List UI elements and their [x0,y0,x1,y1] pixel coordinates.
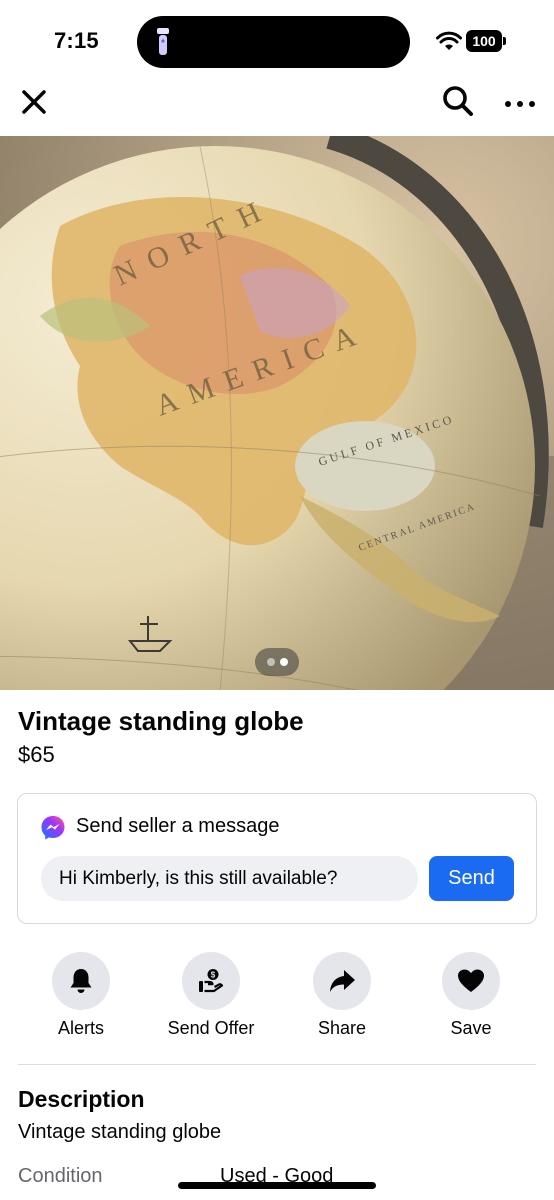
message-input[interactable]: Hi Kimberly, is this still available? [41,856,418,901]
share-button[interactable]: Share [277,952,407,1052]
heart-icon [458,969,484,992]
share-circle[interactable] [313,952,371,1010]
status-bar: 7:15 100 [0,0,554,80]
listing-title: Vintage standing globe [18,706,304,736]
alerts-label: Alerts [57,1018,104,1038]
messenger-icon [41,816,65,840]
search-icon[interactable] [440,83,476,119]
close-icon[interactable] [18,86,50,118]
pager-dot[interactable] [267,658,275,666]
send-offer-circle[interactable]: $ [182,952,240,1010]
listing-photo[interactable]: NORTH AMERICA GULF OF MEXICO CENTRAL AME… [0,136,554,690]
save-circle[interactable] [442,952,500,1010]
alerts-button[interactable]: Alerts [16,952,146,1052]
globe-image: NORTH AMERICA GULF OF MEXICO CENTRAL AME… [0,136,554,690]
status-time: 7:15 [54,28,99,53]
alerts-circle[interactable] [52,952,110,1010]
share-icon [330,970,355,992]
condition-label: Condition [18,1165,103,1187]
offer-icon: $ [199,969,224,993]
photo-pager[interactable] [255,648,299,676]
action-bar: Alerts $ Send Offer Share Save [0,952,554,1052]
send-button[interactable]: Send [429,856,514,901]
home-indicator[interactable] [178,1182,376,1189]
listing-price: $65 [18,742,55,767]
send-offer-button[interactable]: $ Send Offer [146,952,276,1052]
save-label: Save [450,1018,492,1038]
more-icon[interactable] [502,86,538,118]
send-offer-label: Send Offer [167,1018,255,1038]
message-heading: Send seller a message [76,815,280,837]
dynamic-island [137,16,410,68]
bell-icon [70,969,92,993]
pager-dot-active[interactable] [280,658,288,666]
description-heading: Description [18,1086,145,1112]
description-text: Vintage standing globe [18,1121,222,1143]
flashlight-icon [157,28,169,55]
save-button[interactable]: Save [406,952,536,1052]
battery-level: 100 [466,30,502,52]
wifi-icon [436,31,462,50]
svg-text:$: $ [211,971,216,980]
top-nav [0,80,554,136]
divider [18,1064,536,1065]
share-label: Share [317,1018,367,1038]
message-card: Send seller a message Hi Kimberly, is th… [17,793,537,924]
battery-icon: 100 [466,30,506,52]
